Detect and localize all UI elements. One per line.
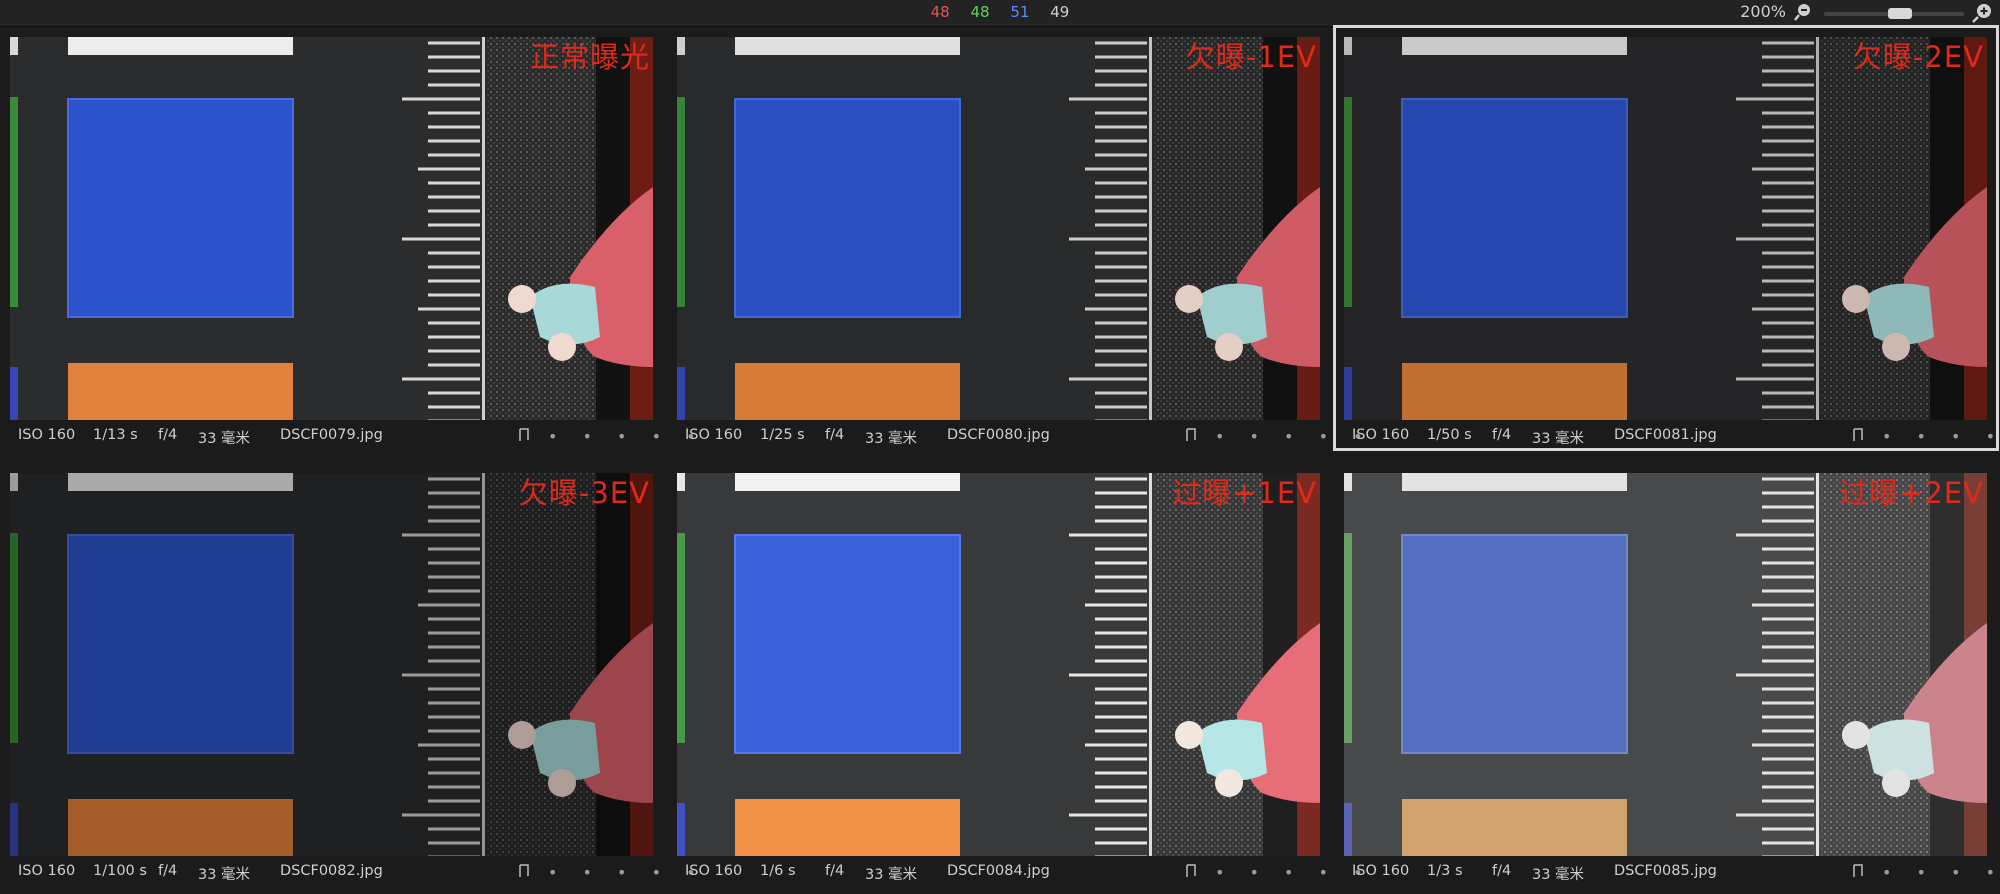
photo-metadata: ISO 160 1/6 s f/4 33 毫米 DSCF0084.jpg • •… xyxy=(675,860,1363,884)
photo-cell[interactable]: 过曝+2EV ISO 160 1/3 s f/4 33 毫米 DSCF0085.… xyxy=(1334,462,2000,886)
exposure-label: 欠曝-1EV xyxy=(1185,40,1317,74)
iso-value: ISO 160 xyxy=(18,863,76,879)
aperture-value: f/4 xyxy=(825,863,845,879)
luminance-value: 49 xyxy=(1050,3,1070,21)
top-toolbar: 48 48 51 49 200% xyxy=(0,0,2000,27)
flag-icon[interactable] xyxy=(518,864,530,878)
flag-icon[interactable] xyxy=(518,428,530,442)
focal-length-value: 33 毫米 xyxy=(1532,431,1585,447)
focal-length-value: 33 毫米 xyxy=(198,431,251,447)
filename: DSCF0082.jpg xyxy=(280,863,383,879)
rgb-readout: 48 48 51 49 xyxy=(0,3,2000,21)
flag-icon[interactable] xyxy=(1185,428,1197,442)
photo-thumbnail[interactable] xyxy=(677,473,1320,856)
zoom-in-icon[interactable] xyxy=(1972,3,1992,23)
aperture-value: f/4 xyxy=(158,427,178,443)
iso-value: ISO 160 xyxy=(685,427,743,443)
photo-thumbnail[interactable] xyxy=(677,37,1320,420)
aperture-value: f/4 xyxy=(1492,427,1512,443)
exposure-label: 欠曝-2EV xyxy=(1852,40,1984,74)
shutter-value: 1/3 s xyxy=(1427,863,1463,879)
rating-dots[interactable]: • • • • • xyxy=(1882,863,2000,882)
photo-cell[interactable]: 过曝+1EV ISO 160 1/6 s f/4 33 毫米 DSCF0084.… xyxy=(667,462,1363,886)
blue-value: 51 xyxy=(1010,3,1030,21)
photo-metadata: ISO 160 1/13 s f/4 33 毫米 DSCF0079.jpg • … xyxy=(8,424,696,448)
filename: DSCF0085.jpg xyxy=(1614,863,1717,879)
shutter-value: 1/6 s xyxy=(760,863,796,879)
photo-cell[interactable]: 欠曝-2EV ISO 160 1/50 s f/4 33 毫米 DSCF0081… xyxy=(1333,25,2000,451)
flag-icon[interactable] xyxy=(1852,428,1864,442)
aperture-value: f/4 xyxy=(1492,863,1512,879)
photo-cell[interactable]: 正常曝光 ISO 160 1/13 s f/4 33 毫米 DSCF0079.j… xyxy=(0,26,696,450)
photo-metadata: ISO 160 1/50 s f/4 33 毫米 DSCF0081.jpg • … xyxy=(1342,424,2000,448)
iso-value: ISO 160 xyxy=(18,427,76,443)
exposure-label: 欠曝-3EV xyxy=(518,476,650,510)
photo-metadata: ISO 160 1/3 s f/4 33 毫米 DSCF0085.jpg • •… xyxy=(1342,860,2000,884)
zoom-out-icon[interactable] xyxy=(1794,3,1812,21)
focal-length-value: 33 毫米 xyxy=(865,431,918,447)
photo-metadata: ISO 160 1/100 s f/4 33 毫米 DSCF0082.jpg •… xyxy=(8,860,696,884)
photo-thumbnail[interactable] xyxy=(1344,473,1987,856)
filename: DSCF0084.jpg xyxy=(947,863,1050,879)
focal-length-value: 33 毫米 xyxy=(198,867,251,883)
photo-thumbnail[interactable] xyxy=(10,473,653,856)
photo-cell[interactable]: 欠曝-1EV ISO 160 1/25 s f/4 33 毫米 DSCF0080… xyxy=(667,26,1363,450)
photo-metadata: ISO 160 1/25 s f/4 33 毫米 DSCF0080.jpg • … xyxy=(675,424,1363,448)
focal-length-value: 33 毫米 xyxy=(865,867,918,883)
photo-thumbnail[interactable] xyxy=(10,37,653,420)
flag-icon[interactable] xyxy=(1852,864,1864,878)
aperture-value: f/4 xyxy=(825,427,845,443)
rating-dots[interactable]: • • • • • xyxy=(1882,427,2000,446)
filename: DSCF0079.jpg xyxy=(280,427,383,443)
exposure-label: 正常曝光 xyxy=(529,40,650,74)
shutter-value: 1/50 s xyxy=(1427,427,1472,443)
green-value: 48 xyxy=(970,3,990,21)
photo-cell[interactable]: 欠曝-3EV ISO 160 1/100 s f/4 33 毫米 DSCF008… xyxy=(0,462,696,886)
shutter-value: 1/13 s xyxy=(93,427,138,443)
shutter-value: 1/100 s xyxy=(93,863,147,879)
filename: DSCF0081.jpg xyxy=(1614,427,1717,443)
red-value: 48 xyxy=(930,3,950,21)
iso-value: ISO 160 xyxy=(1352,427,1410,443)
exposure-label: 过曝+1EV xyxy=(1172,476,1317,510)
photo-thumbnail[interactable] xyxy=(1344,37,1987,420)
iso-value: ISO 160 xyxy=(1352,863,1410,879)
aperture-value: f/4 xyxy=(158,863,178,879)
flag-icon[interactable] xyxy=(1185,864,1197,878)
zoom-level: 200% xyxy=(1740,2,1786,21)
filename: DSCF0080.jpg xyxy=(947,427,1050,443)
focal-length-value: 33 毫米 xyxy=(1532,867,1585,883)
shutter-value: 1/25 s xyxy=(760,427,805,443)
iso-value: ISO 160 xyxy=(685,863,743,879)
exposure-label: 过曝+2EV xyxy=(1839,476,1984,510)
zoom-slider-handle[interactable] xyxy=(1888,8,1912,19)
